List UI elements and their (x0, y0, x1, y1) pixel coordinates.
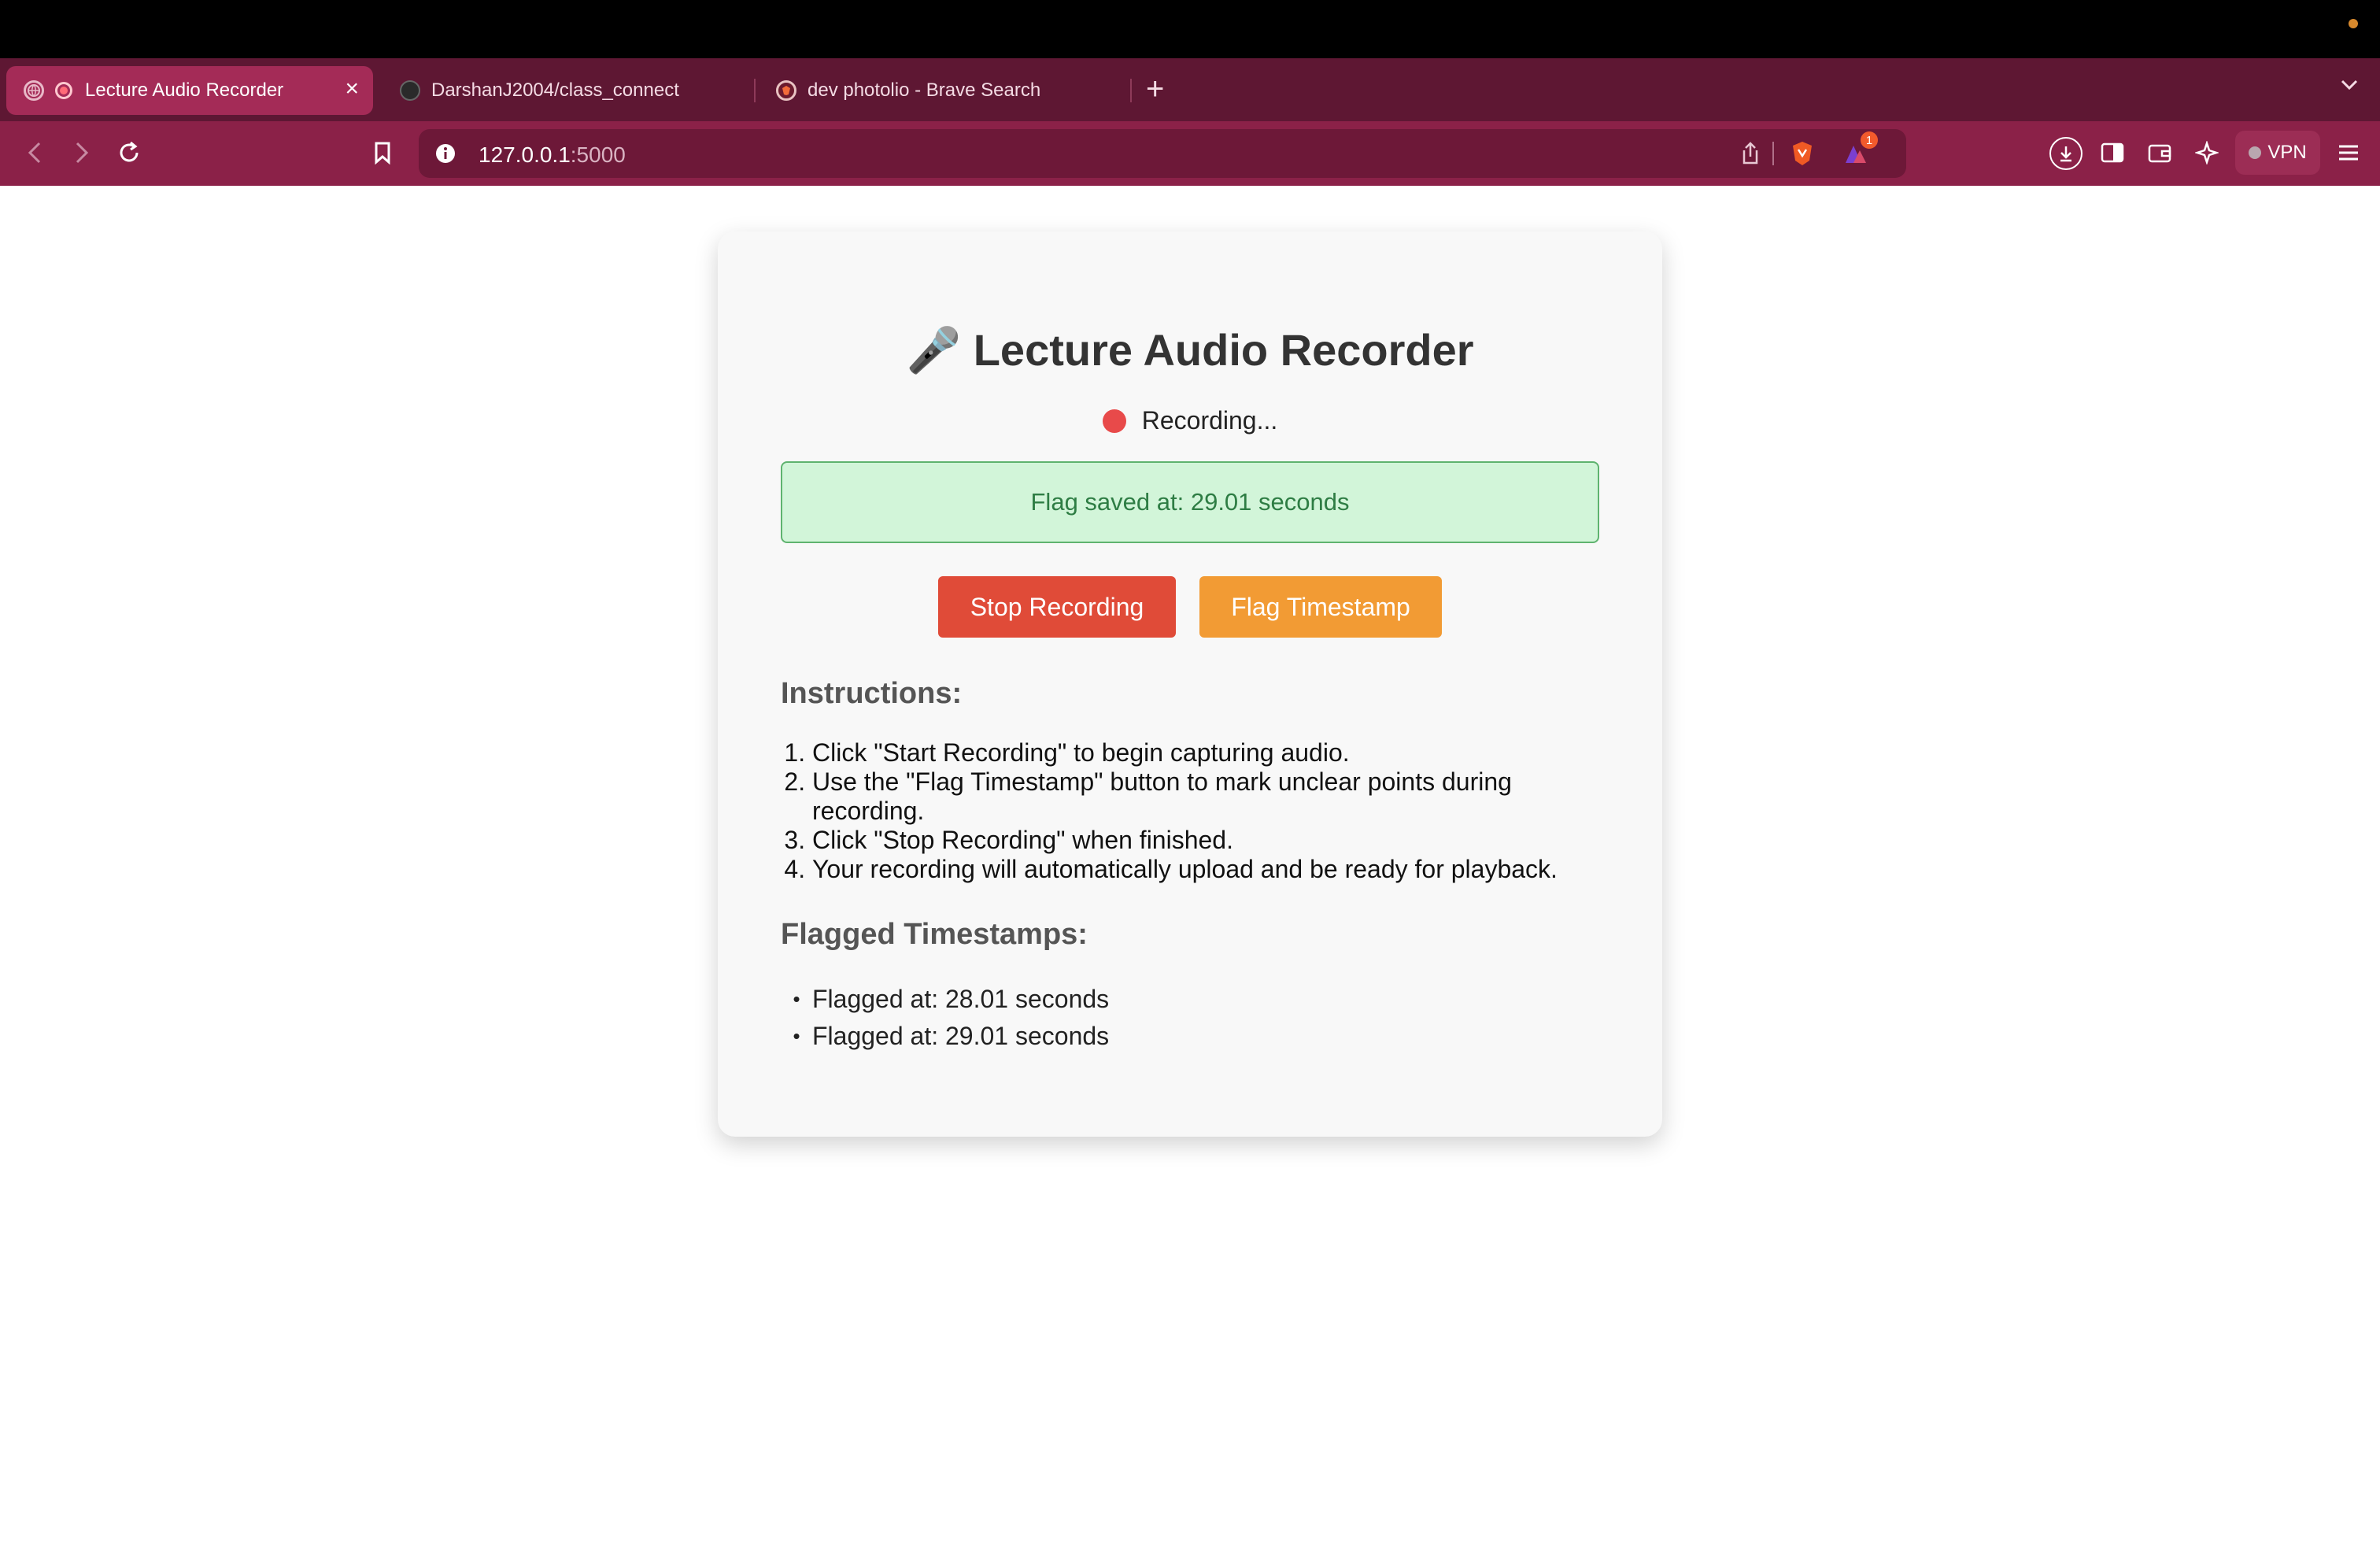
vpn-status-icon (2249, 146, 2262, 159)
close-tab-icon[interactable]: × (345, 77, 359, 101)
flag-text: Flagged at: 28.01 seconds (812, 985, 1110, 1013)
list-item: 1. Click "Start Recording" to begin capt… (781, 738, 1599, 767)
status-dot-icon (2349, 19, 2358, 28)
list-item: • Flagged at: 28.01 seconds (781, 981, 1109, 1018)
rewards-badge: 1 (1861, 131, 1878, 149)
brave-rewards-icon[interactable]: 1 (1842, 131, 1878, 168)
tab-strip: Lecture Audio Recorder × DarshanJ2004/cl… (0, 58, 2380, 121)
tab-label: Lecture Audio Recorder (85, 80, 284, 101)
list-item: 2. Use the "Flag Timestamp" button to ma… (781, 767, 1599, 826)
tab-label: DarshanJ2004/class_connect (431, 80, 679, 101)
globe-icon (24, 80, 44, 101)
tab-divider (1130, 79, 1132, 102)
forward-icon[interactable] (68, 139, 96, 167)
reload-icon[interactable] (115, 139, 143, 167)
flag-saved-alert: Flag saved at: 29.01 seconds (781, 461, 1599, 543)
urlbar-divider (1772, 142, 1774, 165)
flagged-timestamps-heading: Flagged Timestamps: (781, 918, 1088, 951)
status-text: Recording... (1141, 406, 1278, 435)
instruction-text: Click "Stop Recording" when finished. (812, 826, 1233, 854)
brave-search-icon (776, 80, 796, 101)
back-icon[interactable] (20, 139, 49, 167)
site-info-icon[interactable] (431, 139, 460, 168)
tab-brave-search[interactable]: dev photolio - Brave Search (773, 66, 1119, 115)
browser-toolbar: 127.0.0.1:5000 1 VPN (0, 121, 2380, 186)
leo-ai-icon[interactable] (2193, 139, 2221, 167)
flag-timestamp-button[interactable]: Flag Timestamp (1199, 576, 1442, 638)
sidebar-icon[interactable] (2098, 139, 2127, 167)
menu-icon[interactable] (2334, 139, 2363, 167)
vpn-button[interactable]: VPN (2235, 131, 2320, 175)
instruction-text: Use the "Flag Timestamp" button to mark … (812, 767, 1512, 825)
recording-indicator-icon (55, 82, 72, 99)
downloads-icon[interactable] (2049, 137, 2082, 170)
address-bar[interactable]: 127.0.0.1:5000 1 (419, 129, 1906, 178)
instruction-text: Your recording will automatically upload… (812, 855, 1558, 883)
stop-recording-button[interactable]: Stop Recording (938, 576, 1176, 638)
url-host: 127.0.0.1 (479, 142, 571, 167)
flag-text: Flagged at: 29.01 seconds (812, 1022, 1110, 1050)
recording-dot-icon (1102, 409, 1126, 433)
url-text[interactable]: 127.0.0.1:5000 (479, 142, 626, 168)
instructions-list: 1. Click "Start Recording" to begin capt… (781, 738, 1599, 884)
list-item: 3. Click "Stop Recording" when finished. (781, 826, 1599, 855)
url-port: :5000 (570, 142, 626, 167)
list-item: • Flagged at: 29.01 seconds (781, 1018, 1109, 1055)
tab-class-connect[interactable]: DarshanJ2004/class_connect (397, 66, 743, 115)
flagged-timestamps-list: • Flagged at: 28.01 seconds • Flagged at: … (781, 981, 1109, 1055)
github-icon (400, 80, 420, 101)
list-item: 4. Your recording will automatically upl… (781, 855, 1599, 884)
vpn-label: VPN (2267, 142, 2307, 163)
share-icon[interactable] (1736, 139, 1765, 168)
brave-shields-icon[interactable] (1788, 139, 1816, 168)
recorder-card: 🎤 Lecture Audio Recorder Recording... Fl… (718, 231, 1662, 1137)
tab-label: dev photolio - Brave Search (808, 80, 1041, 101)
bookmark-icon[interactable] (368, 139, 397, 167)
page-title: 🎤 Lecture Audio Recorder (906, 325, 1474, 375)
new-tab-button[interactable]: + (1146, 69, 1164, 109)
os-menu-bar (0, 0, 2380, 58)
tab-lecture-audio-recorder[interactable]: Lecture Audio Recorder × (6, 66, 373, 115)
instructions-heading: Instructions: (781, 677, 963, 710)
tab-divider (754, 79, 756, 102)
chevron-down-icon[interactable] (2339, 74, 2360, 94)
recording-status: Recording... (718, 406, 1662, 435)
instruction-text: Click "Start Recording" to begin capturi… (812, 738, 1350, 767)
wallet-icon[interactable] (2145, 139, 2174, 167)
